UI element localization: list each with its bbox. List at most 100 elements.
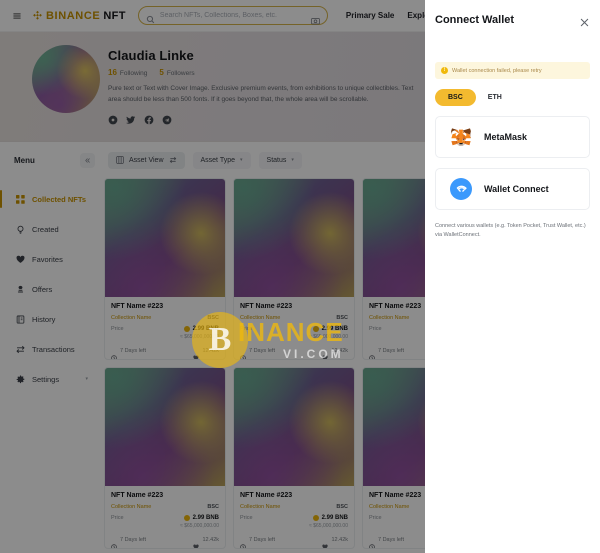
asset-type-dropdown[interactable]: Asset Type ▾ xyxy=(192,151,251,169)
bnb-coin-icon xyxy=(312,515,319,521)
nft-price-label: Price xyxy=(111,515,124,521)
nft-card-body: NFT Name #223 Collection Name BSC Price … xyxy=(105,486,225,548)
nft-price: 2.99 BNB xyxy=(321,515,348,521)
stat-following[interactable]: 16 Following xyxy=(108,68,147,77)
connect-wallet-panel: Connect Wallet ! Wallet connection faile… xyxy=(425,0,600,553)
nft-card[interactable]: NFT Name #223 Collection Name BSC Price … xyxy=(233,178,355,360)
stat-followers[interactable]: 5 Followers xyxy=(159,68,194,77)
nft-collection[interactable]: Collection Name xyxy=(369,315,409,321)
panel-footer-note: Connect various wallets (e.g. Token Pock… xyxy=(435,223,586,239)
transfer-icon xyxy=(16,345,25,354)
wallet-option-metamask[interactable]: MetaMask xyxy=(435,116,590,158)
nft-chain-badge: BSC xyxy=(207,315,219,321)
swap-icon[interactable] xyxy=(169,156,177,164)
globe-icon[interactable] xyxy=(108,112,118,125)
chain-option-bsc[interactable]: BSC xyxy=(435,89,476,106)
clock-icon xyxy=(111,537,117,548)
hamburger-icon[interactable] xyxy=(10,9,24,23)
grid-squares-icon xyxy=(16,194,25,204)
nft-artwork xyxy=(105,179,225,297)
nft-card-body: NFT Name #223 Collection Name BSC Price … xyxy=(234,486,354,548)
nft-card[interactable]: NFT Name #223 Collection Name BSC Price … xyxy=(233,367,355,549)
grid-icon xyxy=(116,156,124,164)
nft-like-count: 12.42k xyxy=(331,348,348,354)
sidebar: Collected NFTs Created Favorites Offers … xyxy=(0,178,100,553)
menu-label: Menu xyxy=(14,155,35,165)
sidebar-item-history[interactable]: History xyxy=(0,304,100,334)
gear-icon xyxy=(16,374,25,384)
wallet-label: Wallet Connect xyxy=(484,184,549,194)
nft-collection[interactable]: Collection Name xyxy=(240,315,280,321)
book-icon xyxy=(16,314,25,324)
heart-icon[interactable] xyxy=(322,537,329,548)
nft-card[interactable]: NFT Name #223 Collection Name BSC Price … xyxy=(104,367,226,549)
binance-diamond-icon xyxy=(33,10,42,20)
asset-view-toggle[interactable]: Asset View xyxy=(108,151,185,169)
bulb-icon xyxy=(16,225,25,234)
status-dropdown[interactable]: Status ▾ xyxy=(258,151,302,169)
nft-like-count: 12.42k xyxy=(202,537,219,543)
nft-collection[interactable]: Collection Name xyxy=(240,504,280,510)
nft-like-count: 12.42k xyxy=(202,348,219,354)
nft-title: NFT Name #223 xyxy=(240,303,293,310)
sidebar-item-label: History xyxy=(32,314,56,324)
sidebar-item-label: Offers xyxy=(32,284,53,294)
nft-price-label: Price xyxy=(240,326,253,332)
twitter-icon[interactable] xyxy=(126,112,136,125)
nav-link-primary-sale[interactable]: Primary Sale xyxy=(346,11,394,20)
search-input[interactable]: Search NFTs, Collections, Boxes, etc. xyxy=(137,6,328,25)
sidebar-item-offers[interactable]: Offers xyxy=(0,274,100,304)
wallet-label: MetaMask xyxy=(484,132,528,142)
telegram-icon[interactable] xyxy=(162,112,172,125)
nft-chain-badge: BSC xyxy=(336,504,348,510)
sidebar-item-collected-nfts[interactable]: Collected NFTs xyxy=(0,184,100,214)
nft-price-usd: ≈ $65,000,000.00 xyxy=(309,523,348,529)
sidebar-item-created[interactable]: Created xyxy=(0,214,100,244)
brand-logo[interactable]: BINANCE NFT xyxy=(32,10,126,22)
nft-price-label: Price xyxy=(240,515,253,521)
nft-time-left: 7 Days left xyxy=(249,537,275,543)
warning-icon: ! xyxy=(441,67,448,74)
nft-artwork xyxy=(234,368,354,486)
followers-count: 5 xyxy=(159,68,164,77)
chevron-down-icon: ▾ xyxy=(291,157,294,163)
camera-icon[interactable] xyxy=(311,12,320,24)
nft-price: 2.99 BNB xyxy=(321,326,348,332)
clock-icon xyxy=(369,348,375,359)
nft-title: NFT Name #223 xyxy=(111,303,164,310)
nft-price: 2.99 BNB xyxy=(192,515,219,521)
avatar[interactable] xyxy=(32,45,100,113)
nft-price-label: Price xyxy=(369,515,382,521)
nft-time-left: 7 Days left xyxy=(249,348,275,354)
search-placeholder: Search NFTs, Collections, Boxes, etc. xyxy=(159,12,278,19)
chain-option-eth[interactable]: ETH xyxy=(484,89,506,106)
heart-icon[interactable] xyxy=(322,348,329,359)
sidebar-item-label: Transactions xyxy=(32,344,75,354)
nft-collection[interactable]: Collection Name xyxy=(111,315,151,321)
nft-card[interactable]: NFT Name #223 Collection Name BSC Price … xyxy=(104,178,226,360)
nft-artwork xyxy=(105,368,225,486)
sidebar-item-label: Settings xyxy=(32,374,60,384)
sidebar-item-settings[interactable]: Settings ▾ xyxy=(0,364,100,394)
nft-price-usd: ≈ $65,000,000.00 xyxy=(180,334,219,340)
sidebar-item-transactions[interactable]: Transactions xyxy=(0,334,100,364)
nft-collection[interactable]: Collection Name xyxy=(111,504,151,510)
heart-icon[interactable] xyxy=(193,537,200,548)
following-count: 16 xyxy=(108,68,117,77)
nft-card-body: NFT Name #223 Collection Name BSC Price … xyxy=(234,297,354,359)
sidebar-item-label: Collected NFTs xyxy=(32,194,87,204)
nft-time-left: 7 Days left xyxy=(378,537,404,543)
nft-chain-badge: BSC xyxy=(207,504,219,510)
filter-chips: Asset View Asset Type ▾ Status ▾ xyxy=(108,151,302,169)
nft-collection[interactable]: Collection Name xyxy=(369,504,409,510)
facebook-icon[interactable] xyxy=(144,112,154,125)
heart-icon xyxy=(16,255,25,264)
clock-icon xyxy=(240,537,246,548)
heart-icon[interactable] xyxy=(193,348,200,359)
nft-time-left: 7 Days left xyxy=(120,537,146,543)
sidebar-item-favorites[interactable]: Favorites xyxy=(0,244,100,274)
collapse-sidebar-button[interactable] xyxy=(80,152,95,168)
close-icon[interactable] xyxy=(579,15,590,26)
chevron-down-icon: ▾ xyxy=(240,157,243,163)
wallet-option-walletconnect[interactable]: Wallet Connect xyxy=(435,168,590,210)
